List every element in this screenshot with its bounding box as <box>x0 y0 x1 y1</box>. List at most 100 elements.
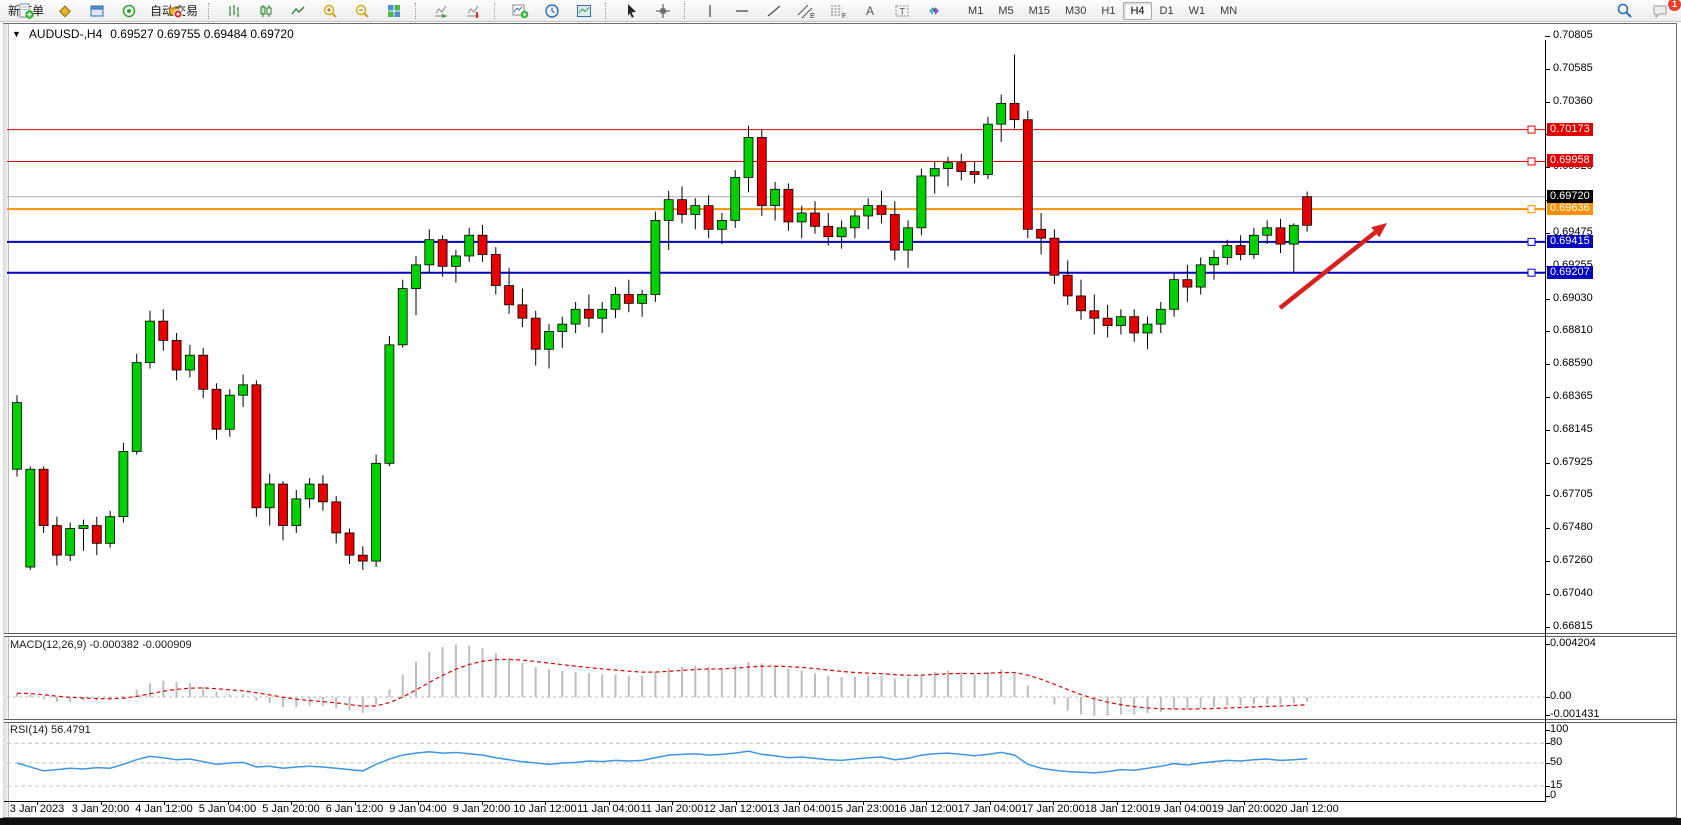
auto-scroll-button[interactable] <box>426 1 456 21</box>
macd-histogram-bar <box>681 667 683 697</box>
trendline-icon <box>766 3 782 19</box>
timeframe-button-d1[interactable]: D1 <box>1153 2 1181 20</box>
macd-histogram-bar <box>189 683 191 697</box>
notifications-button[interactable]: 1 <box>1645 1 1675 21</box>
hline-handle[interactable] <box>1528 126 1535 133</box>
candle <box>1037 229 1046 238</box>
candle <box>757 137 766 205</box>
hline-price-label: 0.69207 <box>1547 266 1593 279</box>
candle <box>1236 246 1245 255</box>
timeframe-group: M1M5M15M30H1H4D1W1MN <box>961 2 1244 20</box>
macd-histogram-bar <box>442 647 444 697</box>
macd-histogram-bar <box>1293 697 1295 703</box>
price-tick-label: 0.67925 <box>1553 456 1593 468</box>
zoom-in-button[interactable] <box>315 1 345 21</box>
timeframe-button-m5[interactable]: M5 <box>991 2 1020 20</box>
rsi-axis-label: 0 <box>1550 789 1556 801</box>
candle <box>398 289 407 345</box>
chart-shift-button[interactable] <box>458 1 488 21</box>
candle <box>39 469 48 525</box>
zoom-out-button[interactable] <box>347 1 377 21</box>
date-label: 5 Jan 04:00 <box>199 803 257 815</box>
signals-button[interactable] <box>114 1 144 21</box>
timeframe-button-m15[interactable]: M15 <box>1022 2 1057 20</box>
timeframe-button-h4[interactable]: H4 <box>1123 2 1151 20</box>
timeframe-button-mn[interactable]: MN <box>1213 2 1244 20</box>
cursor-button[interactable] <box>616 1 646 21</box>
candlestick-chart-button[interactable] <box>251 1 281 21</box>
candle <box>704 206 713 230</box>
crosshair-button[interactable] <box>648 1 678 21</box>
macd-histogram-bar <box>654 672 656 697</box>
hline-handle[interactable] <box>1528 238 1535 245</box>
autotrade-button[interactable]: 自动交易 <box>146 1 202 21</box>
candle <box>146 321 155 362</box>
macd-axis-label: 0.004204 <box>1550 637 1596 649</box>
macd-histogram-bar <box>455 645 457 698</box>
hline-handle[interactable] <box>1528 269 1535 276</box>
signal-icon <box>121 3 137 19</box>
collapse-triangle-icon[interactable]: ▼ <box>12 29 21 39</box>
candle <box>52 526 61 556</box>
candle <box>877 206 886 215</box>
candlestick-chart-icon <box>258 3 274 19</box>
equidistant-channel-button[interactable]: E <box>791 1 821 21</box>
toolbar-separator <box>208 3 213 19</box>
line-chart-button[interactable] <box>283 1 313 21</box>
trendline-button[interactable] <box>759 1 789 21</box>
macd-histogram-bar <box>920 675 922 698</box>
price-tick-label: 0.66815 <box>1553 620 1593 632</box>
data-window-button[interactable] <box>82 1 112 21</box>
fibonacci-button[interactable]: F <box>823 1 853 21</box>
candle <box>1130 317 1139 333</box>
templates-button[interactable]: ▼ <box>569 1 599 21</box>
search-button[interactable] <box>1609 1 1639 21</box>
macd-histogram-bar <box>894 678 896 697</box>
text-button[interactable]: A <box>855 1 885 21</box>
period-button[interactable]: ▼ <box>537 1 567 21</box>
candle <box>850 216 859 228</box>
timeframe-button-m1[interactable]: M1 <box>961 2 990 20</box>
candle <box>598 309 607 318</box>
macd-histogram-bar <box>521 663 523 697</box>
new-order-button[interactable]: 新订单 <box>4 1 48 21</box>
macd-histogram-bar <box>1200 697 1202 708</box>
candle <box>731 177 740 220</box>
timeframe-button-w1[interactable]: W1 <box>1182 2 1213 20</box>
market-watch-button[interactable] <box>50 1 80 21</box>
horizontal-line-button[interactable] <box>727 1 757 21</box>
candle <box>1223 246 1232 258</box>
candle <box>904 228 913 250</box>
templates-icon <box>576 3 592 19</box>
candle <box>292 499 301 526</box>
macd-histogram-bar <box>43 697 45 700</box>
tile-windows-button[interactable] <box>379 1 409 21</box>
timeframe-button-h1[interactable]: H1 <box>1094 2 1122 20</box>
price-chart-plot[interactable] <box>7 40 1545 633</box>
market-watch-icon <box>57 3 73 19</box>
candle <box>558 324 567 331</box>
candle <box>784 189 793 222</box>
candle <box>1010 103 1019 119</box>
arrows-button[interactable]: ▼ <box>919 1 949 21</box>
candle <box>1077 296 1086 311</box>
macd-histogram-bar <box>561 671 563 697</box>
candle <box>518 305 527 318</box>
text-label-button[interactable]: T <box>887 1 917 21</box>
hline-handle[interactable] <box>1528 158 1535 165</box>
macd-histogram-bar <box>987 672 989 697</box>
bar-chart-button[interactable] <box>219 1 249 21</box>
new-chart-button[interactable]: ▼ <box>505 1 535 21</box>
candle <box>1090 311 1099 318</box>
vertical-line-button[interactable] <box>695 1 725 21</box>
equidistant-channel-icon: E <box>797 3 815 19</box>
price-tick-label: 0.70585 <box>1553 62 1593 74</box>
candle <box>651 220 660 294</box>
macd-histogram-bar <box>1080 697 1082 715</box>
timeframe-button-m30[interactable]: M30 <box>1058 2 1093 20</box>
candle <box>438 240 447 267</box>
candle <box>26 469 35 567</box>
candle <box>79 526 88 529</box>
hline-handle[interactable] <box>1528 206 1535 213</box>
macd-histogram-bar <box>1173 697 1175 710</box>
